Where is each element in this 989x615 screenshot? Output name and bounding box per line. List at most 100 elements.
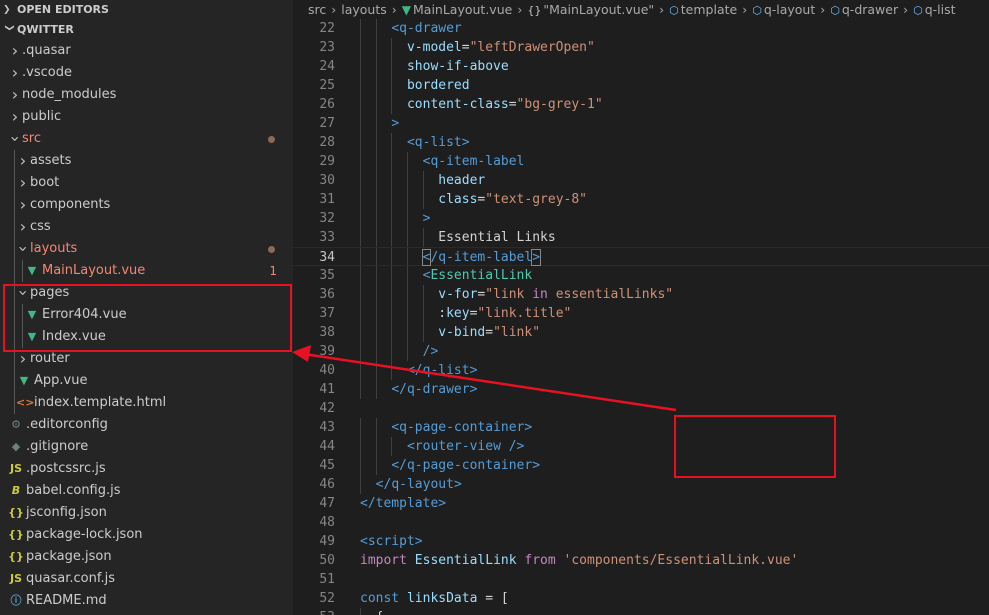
code-line[interactable]: 48 [293, 513, 989, 532]
tree-item-error404-vue[interactable]: ▼ Error404.vue [0, 304, 293, 326]
code-editor[interactable]: src › layouts › ▼ MainLayout.vue › {} "MainLayou… [293, 0, 989, 615]
code-line[interactable]: 24 show-if-above [293, 57, 989, 76]
tree-item-readme-md[interactable]: ⓘ README.md [0, 590, 293, 612]
breadcrumb-item[interactable]: q-layout [764, 2, 815, 17]
code-area[interactable]: 22 <q-drawer 23 v-model="leftDrawerOpen" 2… [293, 19, 989, 615]
line-number: 27 [319, 116, 335, 131]
code-line[interactable]: 23 v-model="leftDrawerOpen" [293, 38, 989, 57]
code-line[interactable]: 26 content-class="bg-grey-1" [293, 95, 989, 114]
code-line[interactable]: 37 :key="link.title" [293, 304, 989, 323]
code-line[interactable]: 42 [293, 399, 989, 418]
chevron-right-icon[interactable]: › [16, 172, 30, 194]
tree-item-index-vue[interactable]: ▼ Index.vue [0, 326, 293, 348]
tree-item-babel-config-js[interactable]: Bbabel.config.js [0, 480, 293, 502]
tree-item-label: .postcssrc.js [26, 461, 106, 476]
code-line[interactable]: 25 bordered [293, 76, 989, 95]
code-line[interactable]: 47 </template> [293, 494, 989, 513]
code-token: "link.title" [477, 306, 572, 321]
code-line[interactable]: 51 [293, 570, 989, 589]
project-header[interactable]: ❯ QWITTER [0, 20, 293, 40]
code-line[interactable]: 50 import EssentialLink from 'components/… [293, 551, 989, 570]
tree-item-layouts[interactable]: › layouts [0, 238, 293, 260]
code-line[interactable]: 34 </q-item-label> [293, 247, 989, 266]
chevron-down-icon[interactable]: › [12, 286, 34, 300]
chevron-right-icon[interactable]: › [16, 194, 30, 216]
code-line[interactable]: 30 header [293, 171, 989, 190]
code-line[interactable]: 43 <q-page-container> [293, 418, 989, 437]
breadcrumb-item[interactable]: template [681, 2, 737, 17]
tree-item-pages[interactable]: › pages [0, 282, 293, 304]
line-number: 30 [319, 173, 335, 188]
tree-item-label: .gitignore [26, 439, 89, 454]
tree-item-editorconfig[interactable]: ⚙ .editorconfig [0, 414, 293, 436]
code-line[interactable]: 49 <script> [293, 532, 989, 551]
modified-dot-icon [268, 246, 275, 253]
code-content: :key="link.title" [360, 304, 571, 323]
chevron-right-icon[interactable]: › [16, 150, 30, 172]
code-content: show-if-above [360, 57, 509, 76]
breadcrumb-item[interactable]: q-list [925, 2, 956, 17]
tree-item-gitignore[interactable]: ◆ .gitignore [0, 436, 293, 458]
code-line[interactable]: 40 </q-list> [293, 361, 989, 380]
line-number: 43 [319, 420, 335, 435]
breadcrumb-item[interactable]: src [308, 2, 326, 17]
code-line[interactable]: 45 </q-page-container> [293, 456, 989, 475]
tree-item-app-vue[interactable]: ▼ App.vue [0, 370, 293, 392]
code-line[interactable]: 33 Essential Links [293, 228, 989, 247]
code-line[interactable]: 27 > [293, 114, 989, 133]
code-line[interactable]: 38 v-bind="link" [293, 323, 989, 342]
indent-guide [14, 370, 15, 392]
tree-item-css[interactable]: › css [0, 216, 293, 238]
tree-item-quasar-conf-js[interactable]: JS quasar.conf.js [0, 568, 293, 590]
project-label: QWITTER [17, 23, 74, 36]
code-line[interactable]: 46 </q-layout> [293, 475, 989, 494]
breadcrumb-item[interactable]: MainLayout.vue [413, 2, 512, 17]
tree-item-index-template-html[interactable]: <> index.template.html [0, 392, 293, 414]
code-line[interactable]: 39 /> [293, 342, 989, 361]
tree-item-public[interactable]: › public [0, 106, 293, 128]
chevron-right-icon[interactable]: › [8, 62, 22, 84]
chevron-down-icon[interactable]: › [12, 242, 34, 256]
tree-item-node-modules[interactable]: › node_modules [0, 84, 293, 106]
tree-item-package-json[interactable]: {} package.json [0, 546, 293, 568]
code-line[interactable]: 29 <q-item-label [293, 152, 989, 171]
chevron-right-icon[interactable]: › [8, 84, 22, 106]
json-icon: {} [8, 506, 24, 519]
code-line[interactable]: 52 const linksData = [ [293, 589, 989, 608]
code-token: </ [391, 382, 407, 397]
code-line[interactable]: 44 <router-view /> [293, 437, 989, 456]
tree-item-vscode[interactable]: › .vscode [0, 62, 293, 84]
code-token: < [406, 439, 415, 454]
code-line[interactable]: 32 > [293, 209, 989, 228]
tree-item-jsconfig-json[interactable]: {} jsconfig.json [0, 502, 293, 524]
chevron-right-icon[interactable]: › [8, 40, 22, 62]
open-editors-header[interactable]: ❯ OPEN EDITORS [0, 0, 293, 20]
breadcrumb-item[interactable]: "MainLayout.vue" [543, 2, 654, 17]
tree-item-package-lock-json[interactable]: {} package-lock.json [0, 524, 293, 546]
breadcrumb-item[interactable]: q-drawer [842, 2, 898, 17]
tree-item-postcssrc-js[interactable]: JS .postcssrc.js [0, 458, 293, 480]
code-line[interactable]: 36 v-for="link in essentialLinks" [293, 285, 989, 304]
code-line[interactable]: 31 class="text-grey-8" [293, 190, 989, 209]
tree-item-assets[interactable]: › assets [0, 150, 293, 172]
code-line[interactable]: 53 { [293, 608, 989, 615]
code-content: <EssentialLink [360, 266, 533, 285]
code-token: content-class [406, 97, 509, 112]
tree-item-components[interactable]: › components [0, 194, 293, 216]
breadcrumb-item[interactable]: layouts [341, 2, 387, 17]
tree-item-boot[interactable]: › boot [0, 172, 293, 194]
code-line[interactable]: 41 </q-drawer> [293, 380, 989, 399]
code-line[interactable]: 28 <q-list> [293, 133, 989, 152]
code-line[interactable]: 22 <q-drawer [293, 19, 989, 38]
chevron-down-icon[interactable]: › [4, 132, 26, 146]
tree-item-mainlayout-vue[interactable]: ▼ MainLayout.vue 1 [0, 260, 293, 282]
tree-item-quasar[interactable]: › .quasar [0, 40, 293, 62]
chevron-right-icon[interactable]: › [16, 348, 30, 370]
tree-item-router[interactable]: › router [0, 348, 293, 370]
tree-item-src[interactable]: › src [0, 128, 293, 150]
chevron-right-icon[interactable]: › [16, 216, 30, 238]
chevron-right-icon[interactable]: › [8, 106, 22, 128]
code-line[interactable]: 35 <EssentialLink [293, 266, 989, 285]
